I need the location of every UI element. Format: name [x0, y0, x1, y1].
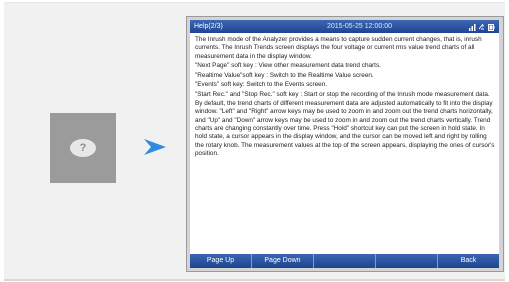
help-paragraph: By default, the trend charts of differen…: [195, 100, 495, 157]
arrow-right-icon: [144, 139, 166, 155]
usb-icon: [478, 23, 484, 29]
screen-title: Help(2/3): [194, 23, 223, 30]
help-screen: Help(2/3) 2015-05-25 12:00:00 The Inrush…: [190, 20, 499, 268]
empty-softkey-4[interactable]: [376, 254, 438, 268]
help-paragraph: "Events" soft key: Switch to the Events …: [195, 81, 328, 89]
help-tile: ?: [50, 113, 116, 183]
divider-line: [4, 279, 505, 281]
help-paragraph: "Next Page" soft key : View other measur…: [195, 62, 381, 70]
battery-icon: [488, 23, 495, 31]
back-softkey[interactable]: Back: [438, 254, 499, 268]
help-text: The Inrush mode of the Analyzer provides…: [195, 36, 495, 252]
signal-icon: [469, 23, 476, 31]
help-paragraph: "Start Rec." and "Stop Rec." soft key : …: [195, 90, 490, 98]
analyzer-display: Help(2/3) 2015-05-25 12:00:00 The Inrush…: [186, 16, 504, 272]
question-icon: ?: [70, 139, 96, 157]
empty-softkey-3[interactable]: [314, 254, 376, 268]
softkey-bar: Page Up Page Down Back: [190, 254, 499, 268]
page-down-softkey[interactable]: Page Down: [252, 254, 314, 268]
help-paragraph: "Realtime Value"soft key : Switch to the…: [195, 71, 374, 79]
page-up-softkey[interactable]: Page Up: [190, 254, 252, 268]
datetime-label: 2015-05-25 12:00:00: [327, 23, 392, 30]
title-bar: Help(2/3) 2015-05-25 12:00:00: [190, 20, 499, 33]
status-icons: [469, 22, 496, 31]
help-paragraph: The Inrush mode of the Analyzer provides…: [195, 36, 482, 60]
